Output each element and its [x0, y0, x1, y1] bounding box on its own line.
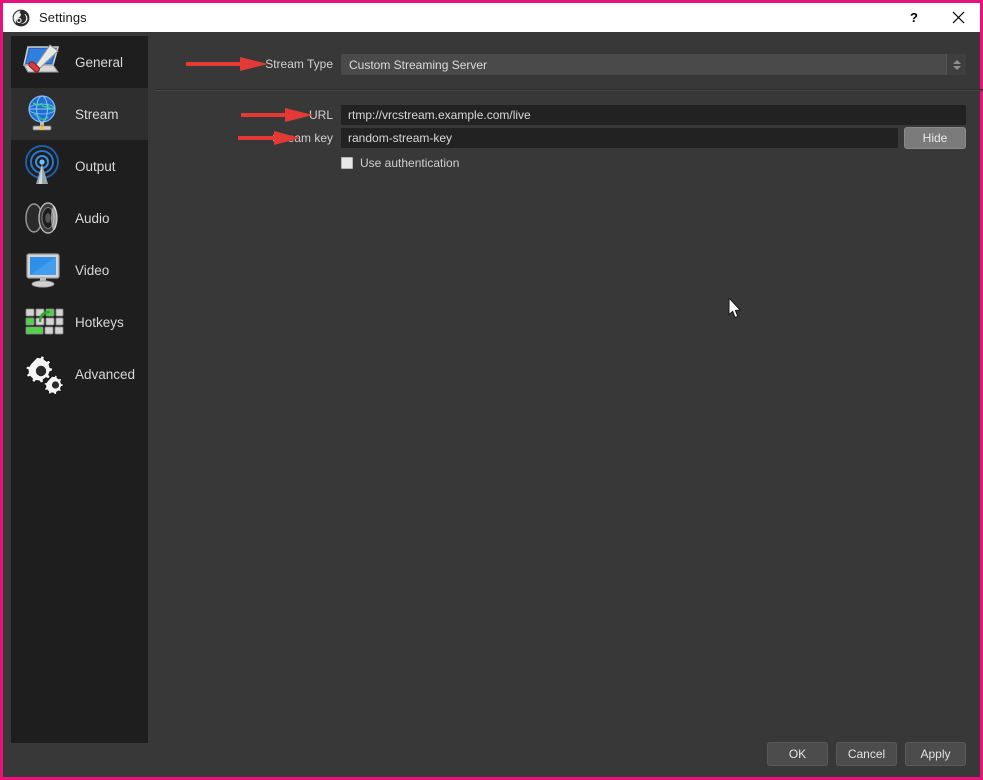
video-monitor-icon: [19, 247, 67, 293]
use-authentication-label: Use authentication: [360, 156, 460, 170]
stream-settings-pane: Stream Type Custom Streaming Server URL …: [153, 32, 983, 777]
url-input[interactable]: rtmp://vrcstream.example.com/live: [341, 105, 966, 125]
stream-type-label: Stream Type: [265, 57, 333, 71]
stream-type-value: Custom Streaming Server: [349, 57, 488, 72]
stream-key-value: random-stream-key: [348, 131, 453, 145]
sidebar-item-advanced[interactable]: Advanced: [11, 348, 148, 400]
use-authentication-checkbox[interactable]: [341, 157, 353, 169]
hide-stream-key-button[interactable]: Hide: [904, 127, 966, 149]
title-bar: Settings ?: [3, 3, 980, 32]
general-monitor-screwdriver-icon: [19, 39, 67, 85]
output-broadcast-icon: [19, 143, 67, 189]
chevron-up-down-icon[interactable]: [946, 54, 966, 75]
sidebar-item-label: Hotkeys: [75, 314, 124, 330]
sidebar-item-label: Audio: [75, 210, 110, 226]
url-value: rtmp://vrcstream.example.com/live: [348, 108, 531, 122]
settings-window: Settings ? General Stream Output Audio V…: [0, 0, 983, 780]
arrow-stream-type: [186, 57, 268, 71]
window-title: Settings: [39, 10, 87, 25]
sidebar-item-label: General: [75, 54, 124, 70]
sidebar-item-output[interactable]: Output: [11, 140, 148, 192]
dialog-body: General Stream Output Audio Video Hotkey…: [3, 32, 983, 777]
close-button[interactable]: [936, 5, 980, 31]
help-button[interactable]: ?: [892, 5, 936, 31]
sidebar-item-label: Video: [75, 262, 110, 278]
sidebar-item-video[interactable]: Video: [11, 244, 148, 296]
use-authentication-row[interactable]: Use authentication: [341, 156, 459, 170]
cancel-button[interactable]: Cancel: [836, 742, 897, 766]
ok-button[interactable]: OK: [767, 742, 828, 766]
stream-globe-icon: [19, 91, 67, 137]
section-separator: [155, 89, 983, 91]
sidebar-item-hotkeys[interactable]: Hotkeys: [11, 296, 148, 348]
settings-sidebar: General Stream Output Audio Video Hotkey…: [11, 36, 148, 743]
sidebar-item-stream[interactable]: Stream: [11, 88, 148, 140]
obs-logo-icon: [12, 9, 30, 27]
dialog-button-bar: OK Cancel Apply: [767, 742, 966, 766]
stream-type-combobox[interactable]: Custom Streaming Server: [341, 54, 966, 75]
arrow-stream-key: [238, 131, 300, 145]
apply-button[interactable]: Apply: [905, 742, 966, 766]
mouse-cursor-arrow-icon: [728, 298, 742, 319]
stream-key-input[interactable]: random-stream-key: [341, 128, 898, 148]
sidebar-item-label: Output: [75, 158, 116, 174]
audio-speaker-icon: [19, 195, 67, 241]
sidebar-item-label: Stream: [75, 106, 119, 122]
arrow-url: [241, 108, 313, 122]
advanced-gears-icon: [19, 351, 67, 397]
hotkeys-keyboard-icon: [19, 299, 67, 345]
sidebar-item-label: Advanced: [75, 366, 136, 382]
sidebar-item-audio[interactable]: Audio: [11, 192, 148, 244]
sidebar-item-general[interactable]: General: [11, 36, 148, 88]
